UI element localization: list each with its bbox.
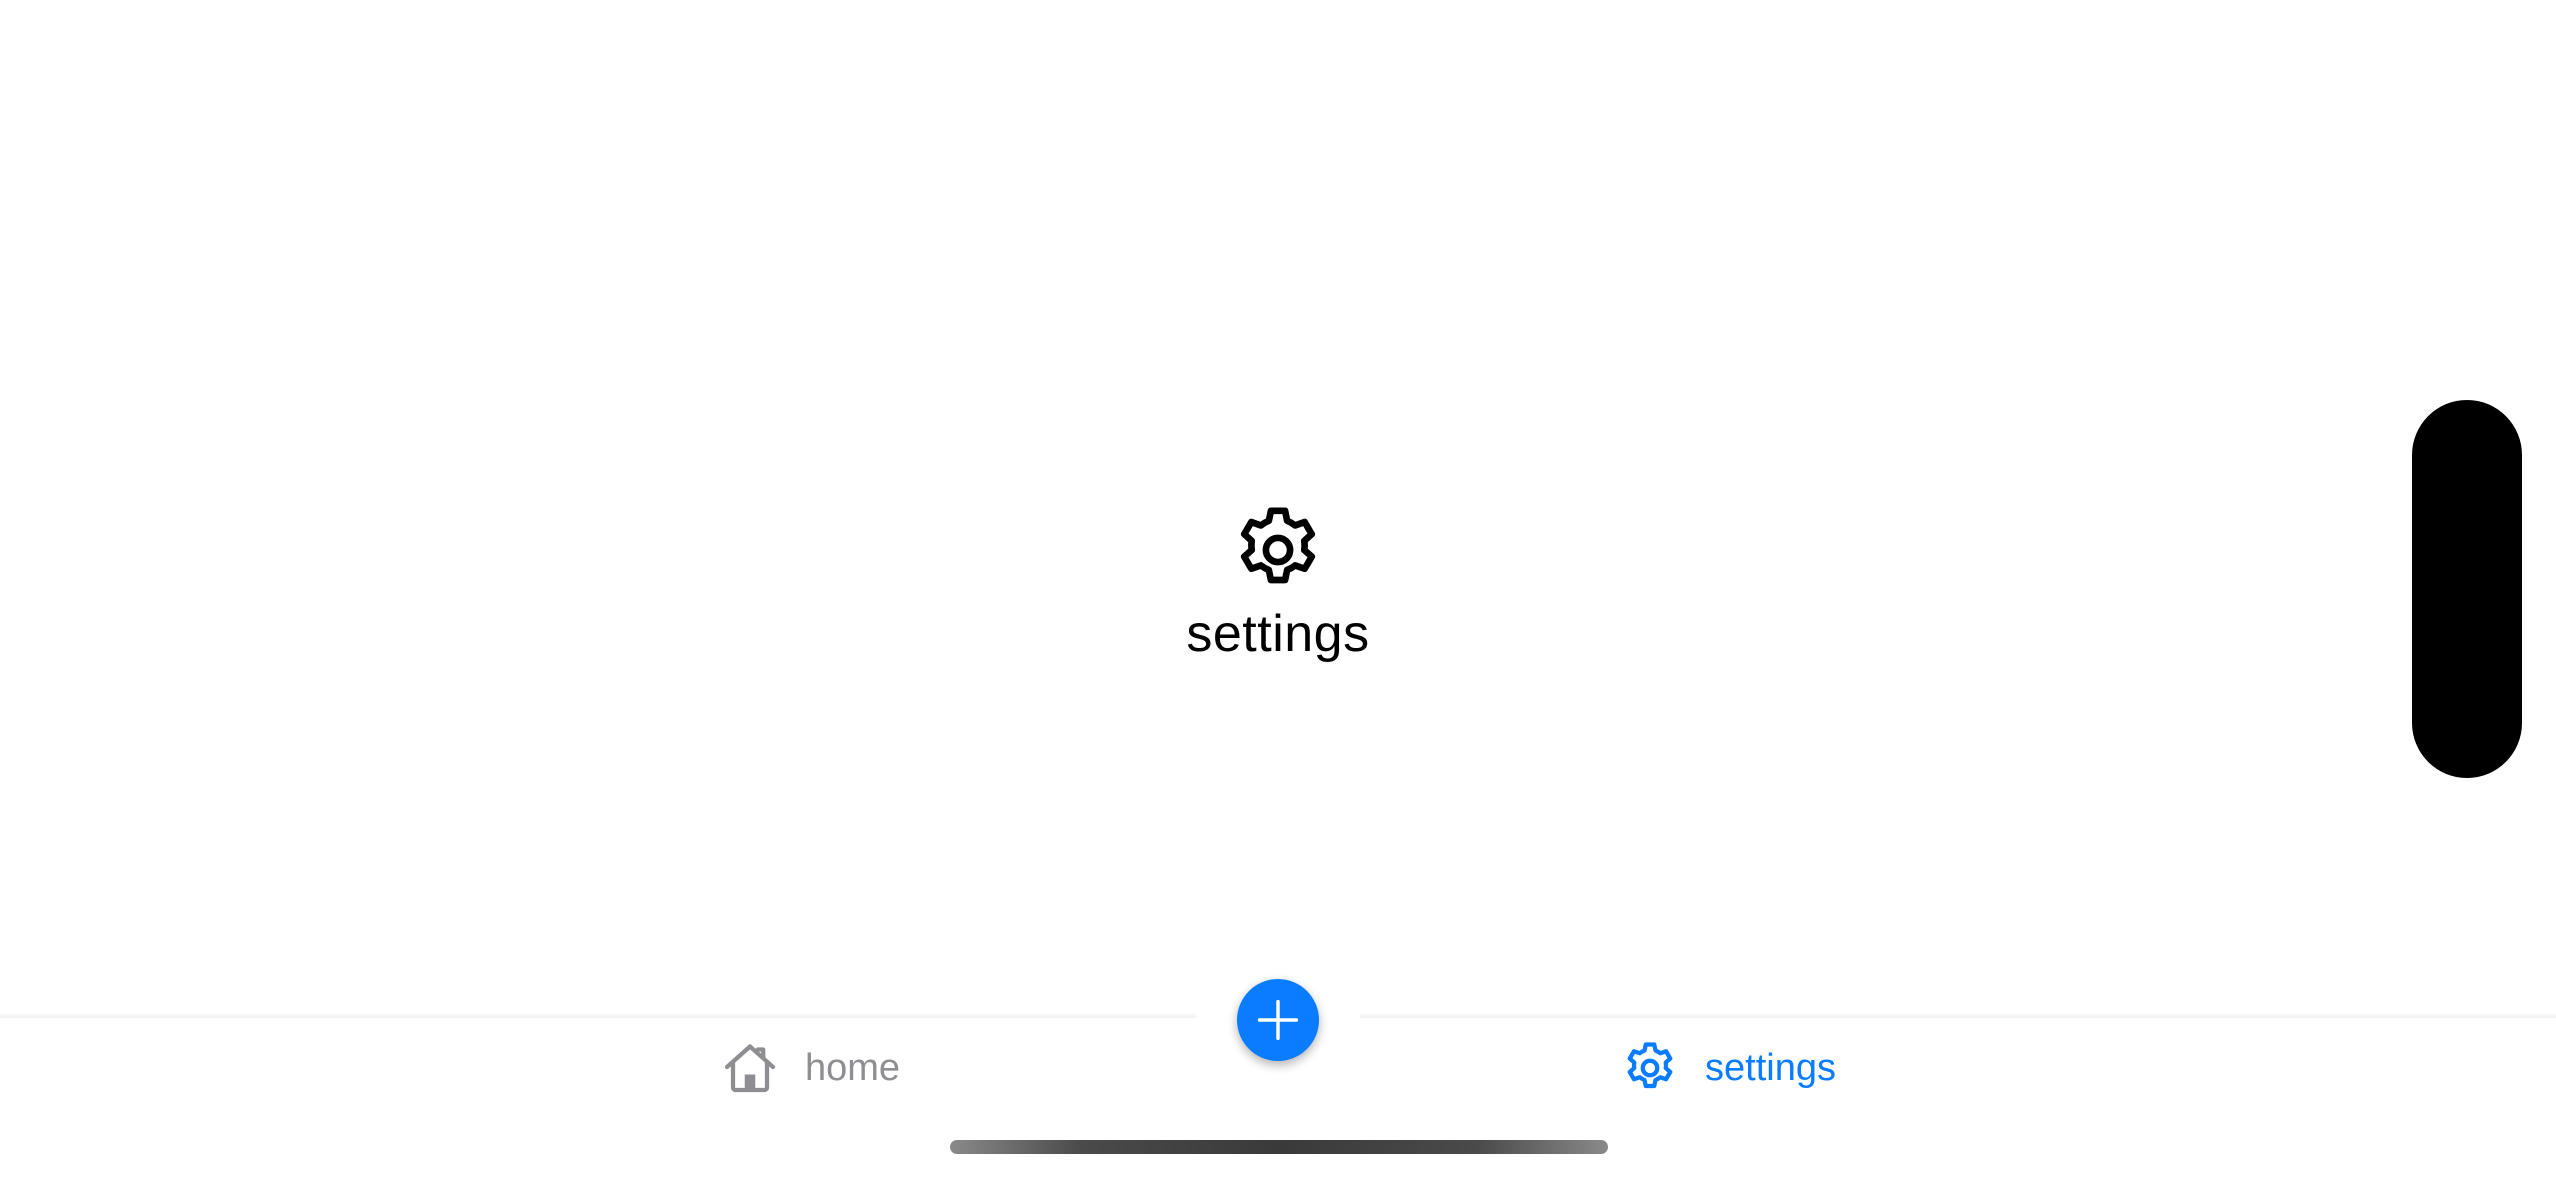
tab-settings[interactable]: settings [1620,1036,1836,1100]
tab-home-label: home [805,1047,901,1089]
house-icon [724,1044,776,1093]
app-screen: settings home settings [0,0,2556,1179]
add-button[interactable] [1237,979,1319,1061]
home-indicator[interactable] [950,1140,1608,1154]
page-title: settings [1186,605,1370,663]
plus-icon [1257,999,1299,1041]
tab-home[interactable]: home [720,1036,900,1100]
dynamic-island [2412,400,2522,778]
gear-icon [1240,507,1316,584]
gear-icon [1627,1042,1673,1089]
tab-settings-label: settings [1705,1047,1836,1089]
settings-placeholder: settings [1128,500,1428,680]
